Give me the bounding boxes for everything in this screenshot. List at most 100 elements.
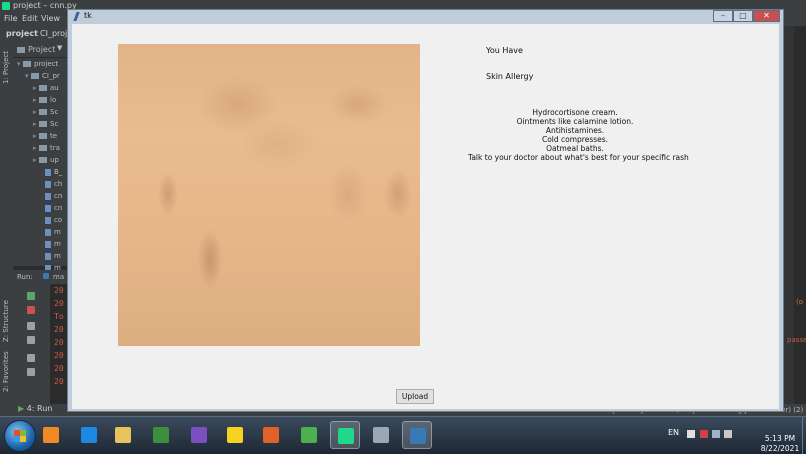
- project-panel: Project ▼ ▾ project ▾ CI_pr ▸ au ▸ lo ▸ Sc ▸ Sc ▸ te ▸…: [13, 42, 67, 272]
- folder-icon: [39, 85, 47, 91]
- tree-item[interactable]: ▸ Sc: [33, 108, 58, 120]
- menu-view[interactable]: View: [41, 14, 60, 23]
- folder-icon: [39, 157, 47, 163]
- trash-icon[interactable]: [27, 368, 35, 376]
- menu-file[interactable]: File: [4, 14, 17, 23]
- tk-title-bar[interactable]: tk – □ ✕: [68, 10, 783, 24]
- tree-item[interactable]: co: [45, 216, 62, 228]
- media-player-icon: [43, 427, 59, 443]
- menu-edit[interactable]: Edit: [22, 14, 38, 23]
- tree-item-label: lo: [50, 96, 57, 104]
- python-file-icon: [45, 216, 51, 224]
- close-button[interactable]: ✕: [753, 10, 780, 22]
- python-file-icon: [45, 192, 51, 200]
- taskbar-app-chrome[interactable]: [294, 421, 324, 449]
- tree-item[interactable]: ▾ project: [17, 60, 58, 72]
- print-icon[interactable]: [27, 354, 35, 362]
- tree-item[interactable]: ▸ lo: [33, 96, 56, 108]
- taskbar-app-pycharm[interactable]: [330, 421, 360, 449]
- clock-time[interactable]: 5:13 PM: [760, 434, 800, 443]
- tree-item-label: co: [54, 216, 63, 224]
- python-file-icon: [45, 252, 51, 260]
- code-snippet: (o: [796, 298, 804, 306]
- volume-icon[interactable]: [724, 430, 732, 438]
- network-icon[interactable]: [712, 430, 720, 438]
- tk-feather-icon: [73, 12, 80, 21]
- clock-date[interactable]: 8/22/2021: [760, 444, 800, 453]
- ide-left-tool-strip: 1: Project Z: Structure 2: Favorites: [0, 42, 14, 404]
- taskbar-app-internet-explorer[interactable]: [74, 421, 104, 449]
- action-center-icon[interactable]: [700, 430, 708, 438]
- tree-item-label: Sc: [50, 108, 59, 116]
- folder-icon: [39, 97, 47, 103]
- upload-button[interactable]: Upload: [396, 389, 434, 404]
- tree-item[interactable]: B_: [45, 168, 62, 180]
- remedy-item: Cold compresses.: [541, 135, 609, 144]
- stop-icon[interactable]: [27, 306, 35, 314]
- python-file-icon: [45, 204, 51, 212]
- tree-item-label: te: [50, 132, 58, 140]
- tree-item[interactable]: m: [45, 252, 61, 264]
- run-tab-label: 4: Run: [26, 404, 53, 413]
- folder-icon: [39, 109, 47, 115]
- structure-tool-label[interactable]: Z: Structure: [2, 300, 10, 342]
- console-line: 20: [54, 338, 64, 347]
- taskbar-app-matlab[interactable]: [256, 421, 286, 449]
- tree-item[interactable]: ▸ au: [33, 84, 59, 96]
- minimize-button[interactable]: –: [713, 10, 733, 22]
- start-button[interactable]: [4, 420, 36, 452]
- taskbar-app-file-explorer[interactable]: [108, 421, 138, 449]
- language-indicator[interactable]: EN: [668, 428, 679, 437]
- run-tool-tab[interactable]: ▶ 4: Run: [18, 404, 52, 416]
- remedy-item: Ointments like calamine lotion.: [516, 117, 634, 126]
- tree-item-label: ch: [54, 180, 63, 188]
- matlab-icon: [263, 427, 279, 443]
- tree-item[interactable]: cn: [45, 192, 62, 204]
- project-tool-label[interactable]: 1: Project: [2, 51, 10, 84]
- run-config-name[interactable]: ma: [53, 273, 64, 281]
- favorites-tool-label[interactable]: 2: Favorites: [2, 351, 10, 392]
- maximize-button[interactable]: □: [733, 10, 753, 22]
- tree-item[interactable]: ch: [45, 180, 62, 192]
- tree-item[interactable]: m: [45, 228, 61, 240]
- tree-item[interactable]: ▸ up: [33, 156, 59, 168]
- tree-item-label: cn: [54, 192, 63, 200]
- tree-item-label: Sc: [50, 120, 59, 128]
- run-label: Run:: [17, 273, 33, 281]
- taskbar-app-python-tk[interactable]: [402, 421, 432, 449]
- tools-icon: [373, 427, 389, 443]
- pikachu-app-icon: [227, 427, 243, 443]
- tree-item[interactable]: ▸ tra: [33, 144, 60, 156]
- tree-item-label: m: [54, 252, 61, 260]
- taskbar-app-visual-studio[interactable]: [184, 421, 214, 449]
- nav-project[interactable]: project: [6, 29, 38, 38]
- tray-expand-icon[interactable]: [687, 430, 695, 438]
- taskbar-app-terminal[interactable]: [146, 421, 176, 449]
- tree-item[interactable]: ▸ te: [33, 132, 57, 144]
- chevron-down-icon[interactable]: ▼: [57, 44, 62, 52]
- project-panel-label[interactable]: Project: [28, 45, 55, 54]
- taskbar-app-tools[interactable]: [366, 421, 396, 449]
- tree-item[interactable]: m: [45, 240, 61, 252]
- editor-gutter: [784, 26, 794, 404]
- tree-item[interactable]: ▸ Sc: [33, 120, 58, 132]
- taskbar-app-pikachu-app[interactable]: [220, 421, 250, 449]
- console-snippet: passe: [787, 336, 806, 344]
- console-line: 20: [54, 351, 64, 360]
- remedy-item: Talk to your doctor about what's best fo…: [468, 153, 689, 162]
- show-desktop-button[interactable]: [802, 417, 806, 454]
- tree-item-label: up: [50, 156, 59, 164]
- tk-window-title: tk: [84, 11, 92, 20]
- tree-item[interactable]: ▾ CI_pr: [25, 72, 60, 84]
- pin-icon[interactable]: [27, 336, 35, 344]
- rerun-icon[interactable]: [27, 292, 35, 300]
- taskbar-app-media-player[interactable]: [36, 421, 66, 449]
- console-line: 20: [54, 299, 64, 308]
- visual-studio-icon: [191, 427, 207, 443]
- pycharm-icon: [2, 2, 10, 10]
- folder-icon: [39, 133, 47, 139]
- restore-layout-icon[interactable]: [27, 322, 35, 330]
- tk-client-area: You Have Skin Allergy Hydrocortisone cre…: [72, 24, 779, 409]
- remedy-item: Hydrocortisone cream.: [532, 108, 618, 117]
- tree-item[interactable]: cn: [45, 204, 62, 216]
